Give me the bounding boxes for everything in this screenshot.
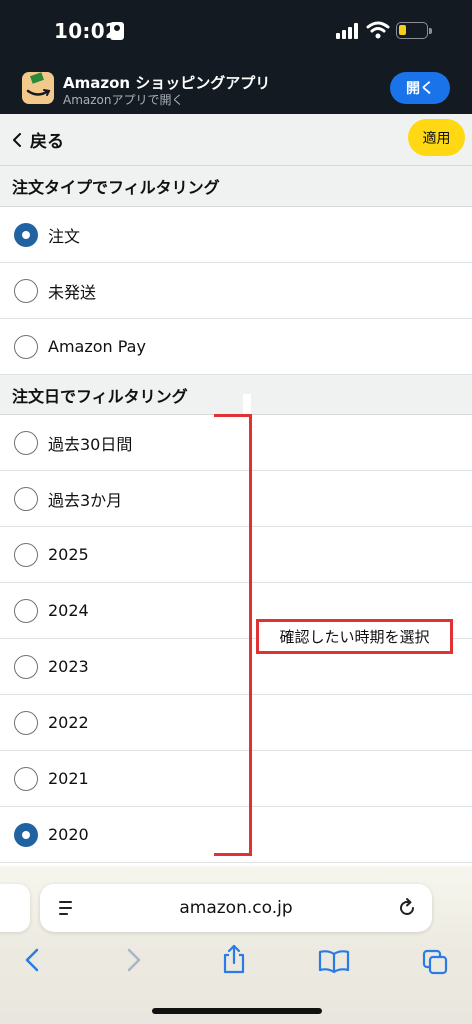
radio-button[interactable]	[14, 222, 38, 247]
annotation-bracket	[214, 414, 252, 856]
radio-button[interactable]	[14, 542, 38, 567]
option-label: 2020	[48, 825, 89, 844]
radio-button[interactable]	[14, 598, 38, 623]
app-banner-title: Amazon ショッピングアプリ	[63, 74, 271, 92]
url-text: amazon.co.jp	[179, 898, 293, 918]
forward-arrow-icon[interactable]	[124, 947, 144, 973]
person-icon	[110, 22, 124, 40]
order-date-heading: 注文日でフィルタリング	[0, 375, 472, 415]
order-type-option[interactable]: 未発送	[0, 263, 472, 319]
radio-button[interactable]	[14, 822, 38, 847]
browser-toolbar: amazon.co.jp	[0, 866, 472, 1024]
back-button[interactable]: 戻る	[12, 127, 64, 152]
share-icon[interactable]	[221, 944, 247, 974]
cellular-signal-icon	[336, 23, 360, 39]
radio-button[interactable]	[14, 654, 38, 679]
radio-button[interactable]	[14, 430, 38, 455]
bookmarks-icon[interactable]	[318, 949, 350, 973]
radio-button[interactable]	[14, 334, 38, 359]
filter-header: 戻る	[0, 114, 472, 166]
back-label: 戻る	[30, 132, 64, 152]
option-label: 過去30日間	[48, 434, 133, 454]
amazon-app-icon	[22, 72, 54, 104]
reload-icon[interactable]	[396, 897, 418, 919]
app-banner-subtitle: Amazonアプリで開く	[63, 93, 184, 107]
app-banner: Amazon ショッピングアプリ Amazonアプリで開く 開く	[0, 60, 472, 114]
option-label: 注文	[48, 226, 81, 246]
option-label: 2024	[48, 601, 89, 620]
apply-button[interactable]: 適用	[408, 119, 465, 156]
order-type-heading: 注文タイプでフィルタリング	[0, 166, 472, 207]
radio-button[interactable]	[14, 486, 38, 511]
option-label: 2022	[48, 713, 89, 732]
open-app-button[interactable]: 開く	[390, 72, 450, 104]
battery-level	[399, 25, 406, 35]
radio-button[interactable]	[14, 710, 38, 735]
annotation-bracket-gap	[243, 394, 251, 416]
battery-icon	[396, 22, 432, 39]
previous-tab-preview[interactable]	[0, 884, 30, 932]
option-label: 過去3か月	[48, 490, 123, 510]
chevron-left-icon	[13, 132, 21, 147]
annotation-callout: 確認したい時期を選択	[256, 619, 453, 654]
radio-button[interactable]	[14, 278, 38, 303]
order-type-option[interactable]: 注文	[0, 207, 472, 263]
option-label: 2021	[48, 769, 89, 788]
wifi-icon	[366, 21, 390, 39]
option-label: 未発送	[48, 282, 97, 302]
tabs-icon[interactable]	[421, 948, 449, 976]
option-label: 2025	[48, 545, 89, 564]
home-indicator[interactable]	[152, 1008, 322, 1014]
back-arrow-icon[interactable]	[22, 947, 42, 973]
option-label: 2023	[48, 657, 89, 676]
radio-button[interactable]	[14, 766, 38, 791]
address-bar[interactable]: amazon.co.jp	[40, 884, 432, 932]
status-bar: 10:02	[0, 0, 472, 60]
order-type-option[interactable]: Amazon Pay	[0, 319, 472, 375]
option-label: Amazon Pay	[48, 337, 146, 356]
